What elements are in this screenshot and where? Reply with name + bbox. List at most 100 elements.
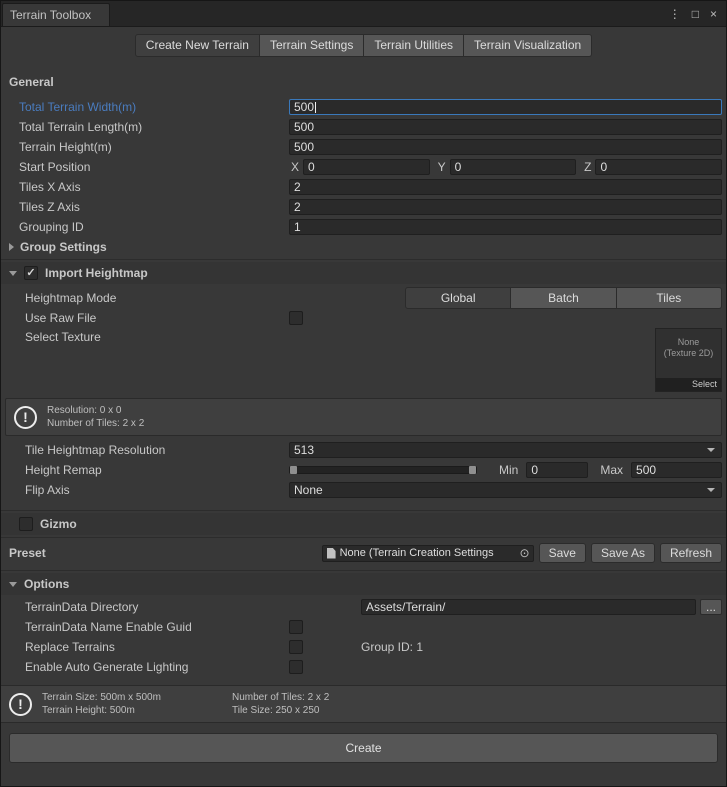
terrain-summary-box: ! Terrain Size: 500m x 500m Terrain Heig…: [1, 685, 726, 723]
total-terrain-length-value: 500: [294, 120, 314, 134]
terrain-toolbox-window: Terrain Toolbox ⋮ □ × Create New Terrain…: [0, 0, 727, 787]
terraindata-name-guid-checkbox[interactable]: [289, 620, 303, 634]
replace-terrains-checkbox[interactable]: [289, 640, 303, 654]
slider-track[interactable]: [289, 466, 477, 474]
options-header[interactable]: Options: [1, 573, 726, 595]
summary-terrain-height: Terrain Height: 500m: [42, 704, 222, 717]
summary-column-1: Terrain Size: 500m x 500m Terrain Height…: [42, 691, 222, 717]
chevron-down-icon: [707, 448, 715, 452]
tab-terrain-visualization[interactable]: Terrain Visualization: [464, 34, 592, 57]
axis-z-label: Z: [582, 160, 595, 174]
main-toolbar: Create New Terrain Terrain Settings Terr…: [1, 27, 726, 63]
close-icon[interactable]: ×: [710, 8, 717, 20]
flip-axis-row: Flip Axis None: [1, 480, 726, 500]
start-position-x-value: 0: [308, 160, 315, 174]
divider: [1, 570, 726, 571]
toolbar-tab-group: Create New Terrain Terrain Settings Terr…: [135, 34, 592, 57]
general-header: General: [1, 63, 726, 97]
object-picker-icon[interactable]: ⊙: [520, 547, 530, 559]
flip-axis-dropdown[interactable]: None: [289, 482, 722, 498]
save-as-button[interactable]: Save As: [591, 543, 655, 563]
tile-heightmap-resolution-label: Tile Heightmap Resolution: [1, 443, 289, 457]
slider-min-handle[interactable]: [290, 466, 297, 474]
save-button[interactable]: Save: [539, 543, 586, 563]
tiles-x-axis-row: Tiles X Axis 2: [1, 177, 726, 197]
height-remap-max-input[interactable]: 500: [631, 462, 722, 478]
heightmap-mode-tiles-button[interactable]: Tiles: [617, 287, 722, 309]
terraindata-directory-input[interactable]: Assets/Terrain/: [361, 599, 696, 615]
summary-column-2: Number of Tiles: 2 x 2 Tile Size: 250 x …: [232, 691, 329, 717]
preset-object-field[interactable]: None (Terrain Creation Settings ⊙: [322, 545, 534, 562]
total-terrain-length-input[interactable]: 500: [289, 119, 722, 135]
slider-max-handle[interactable]: [469, 466, 476, 474]
window-tab-title: Terrain Toolbox: [10, 8, 91, 22]
chevron-down-icon: [707, 488, 715, 492]
height-remap-max-label: Max: [600, 463, 623, 477]
heightmap-mode-batch-button[interactable]: Batch: [511, 287, 616, 309]
maximize-icon[interactable]: □: [692, 8, 699, 20]
auto-generate-lighting-label: Enable Auto Generate Lighting: [1, 660, 289, 674]
menu-icon[interactable]: ⋮: [669, 8, 681, 20]
start-position-row: Start Position X 0 Y 0 Z 0: [1, 157, 726, 177]
refresh-button[interactable]: Refresh: [660, 543, 722, 563]
import-heightmap-header[interactable]: ✓ Import Heightmap: [1, 262, 726, 284]
tile-heightmap-resolution-dropdown[interactable]: 513: [289, 442, 722, 458]
terraindata-directory-value: Assets/Terrain/: [366, 600, 445, 614]
foldout-expanded-icon: [9, 582, 17, 587]
texture-select-button[interactable]: Select: [656, 378, 721, 391]
heightmap-mode-row: Heightmap Mode Global Batch Tiles: [1, 288, 726, 308]
tiles-x-axis-input[interactable]: 2: [289, 179, 722, 195]
terraindata-directory-row: TerrainData Directory Assets/Terrain/ ..…: [1, 597, 726, 617]
tab-terrain-settings[interactable]: Terrain Settings: [260, 34, 364, 57]
total-terrain-width-row: Total Terrain Width(m) 500: [1, 97, 726, 117]
axis-x-label: X: [289, 160, 303, 174]
total-terrain-width-input[interactable]: 500: [289, 99, 722, 115]
grouping-id-value: 1: [294, 220, 301, 234]
preset-object-value: None (Terrain Creation Settings: [340, 547, 518, 559]
info-icon: !: [9, 693, 32, 716]
grouping-id-input[interactable]: 1: [289, 219, 722, 235]
window-tab[interactable]: Terrain Toolbox: [2, 3, 110, 26]
height-remap-max-value: 500: [636, 463, 656, 477]
import-heightmap-checkbox[interactable]: ✓: [24, 266, 38, 280]
foldout-expanded-icon: [9, 271, 17, 276]
browse-button[interactable]: ...: [700, 599, 722, 615]
height-remap-slider[interactable]: [289, 462, 477, 478]
import-heightmap-title: Import Heightmap: [45, 266, 148, 280]
use-raw-file-checkbox[interactable]: [289, 311, 303, 325]
group-settings-label: Group Settings: [20, 240, 107, 254]
divider: [1, 259, 726, 260]
auto-generate-lighting-row: Enable Auto Generate Lighting: [1, 657, 726, 677]
grouping-id-row: Grouping ID 1: [1, 217, 726, 237]
group-settings-foldout[interactable]: Group Settings: [1, 237, 726, 257]
heightmap-mode-global-button[interactable]: Global: [405, 287, 511, 309]
start-position-y-input[interactable]: 0: [450, 159, 577, 175]
heightmap-mode-group: Global Batch Tiles: [405, 287, 722, 309]
tab-terrain-utilities[interactable]: Terrain Utilities: [364, 34, 464, 57]
start-position-x-input[interactable]: 0: [303, 159, 430, 175]
start-position-z-value: 0: [600, 160, 607, 174]
tiles-z-axis-input[interactable]: 2: [289, 199, 722, 215]
total-terrain-length-label: Total Terrain Length(m): [1, 120, 289, 134]
summary-terrain-size: Terrain Size: 500m x 500m: [42, 691, 222, 704]
gizmo-checkbox[interactable]: [19, 517, 33, 531]
start-position-y-value: 0: [455, 160, 462, 174]
start-position-z-input[interactable]: 0: [595, 159, 722, 175]
terraindata-name-guid-label: TerrainData Name Enable Guid: [1, 620, 289, 634]
terrain-height-label: Terrain Height(m): [1, 140, 289, 154]
group-id-text: Group ID: 1: [361, 640, 423, 654]
tiles-x-axis-value: 2: [294, 180, 301, 194]
window-controls: ⋮ □ ×: [660, 1, 726, 26]
check-icon: ✓: [26, 268, 35, 279]
flip-axis-label: Flip Axis: [1, 483, 289, 497]
select-texture-row: Select Texture None (Texture 2D) Select: [1, 328, 726, 394]
height-remap-label: Height Remap: [1, 463, 289, 477]
texture-object-picker[interactable]: None (Texture 2D) Select: [655, 328, 722, 392]
terrain-height-input[interactable]: 500: [289, 139, 722, 155]
create-button[interactable]: Create: [9, 733, 718, 763]
auto-generate-lighting-checkbox[interactable]: [289, 660, 303, 674]
tab-create-new-terrain[interactable]: Create New Terrain: [135, 34, 260, 57]
height-remap-min-value: 0: [531, 463, 538, 477]
summary-num-tiles: Number of Tiles: 2 x 2: [232, 691, 329, 704]
height-remap-min-input[interactable]: 0: [526, 462, 588, 478]
